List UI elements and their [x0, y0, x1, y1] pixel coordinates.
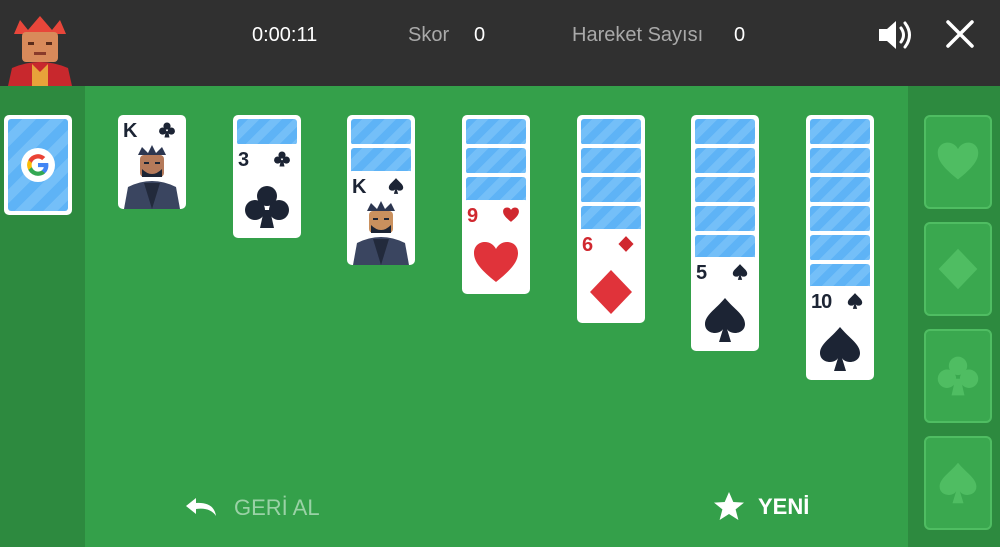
new-game-label: YENİ	[758, 494, 810, 519]
spade-large-icon	[705, 298, 745, 342]
card-rank: 9	[467, 205, 478, 227]
club-large-icon	[245, 186, 289, 228]
heart-large-icon	[474, 242, 518, 282]
undo-icon	[186, 498, 216, 516]
playing-card-five-spades[interactable]: 5	[691, 257, 759, 351]
king-avatar-icon	[8, 16, 72, 86]
card-rank: K	[123, 120, 137, 142]
heart-icon	[937, 142, 979, 180]
volume-icon	[879, 21, 911, 49]
timer-display: 0:00:11	[252, 24, 318, 46]
score-label: Skor	[408, 24, 450, 46]
playing-card-three-clubs[interactable]: 3	[233, 144, 301, 238]
moves-label: Hareket Sayısı	[572, 24, 704, 46]
playing-card-king-clubs[interactable]: K	[118, 115, 186, 209]
close-button[interactable]	[942, 16, 978, 52]
spade-icon	[847, 293, 863, 309]
moves-value: 0	[734, 24, 746, 46]
playing-card-nine-hearts[interactable]: 9	[462, 200, 530, 294]
card-rank: 3	[238, 149, 249, 171]
playing-card-king-spades[interactable]: K	[347, 171, 415, 265]
new-game-button[interactable]: YENİ	[712, 490, 809, 524]
heart-icon	[503, 207, 519, 222]
spade-large-icon	[820, 327, 860, 371]
sound-button[interactable]	[876, 16, 916, 54]
club-icon	[274, 151, 290, 167]
undo-label: GERİ AL	[234, 495, 320, 520]
card-rank: 5	[696, 262, 707, 284]
playing-card-ten-spades[interactable]: 10	[806, 286, 874, 380]
card-rank: K	[352, 176, 366, 198]
diamond-icon	[938, 248, 978, 290]
score-value: 0	[474, 24, 486, 46]
star-icon	[714, 492, 744, 520]
playing-card-six-diamonds[interactable]: 6	[577, 229, 645, 323]
card-rank: 6	[582, 234, 593, 256]
google-logo-icon	[21, 148, 55, 182]
card-rank: 10	[811, 291, 832, 313]
spade-icon	[939, 462, 977, 504]
undo-button[interactable]: GERİ AL	[182, 492, 320, 524]
club-icon	[159, 122, 175, 138]
close-icon	[946, 20, 974, 48]
top-bar: 0:00:11 Skor 0 Hareket Sayısı 0	[0, 0, 1000, 86]
foundation-spades[interactable]	[924, 436, 992, 530]
spade-icon	[388, 178, 404, 194]
club-icon	[937, 356, 979, 396]
foundation-diamonds[interactable]	[924, 222, 992, 316]
spade-icon	[732, 264, 748, 280]
stock-pile[interactable]	[4, 115, 72, 215]
diamond-large-icon	[590, 270, 632, 314]
foundation-clubs[interactable]	[924, 329, 992, 423]
king-face-icon	[353, 201, 409, 265]
diamond-icon	[618, 236, 634, 252]
card-back-pattern	[8, 119, 68, 211]
foundation-hearts[interactable]	[924, 115, 992, 209]
king-face-icon	[124, 145, 180, 209]
